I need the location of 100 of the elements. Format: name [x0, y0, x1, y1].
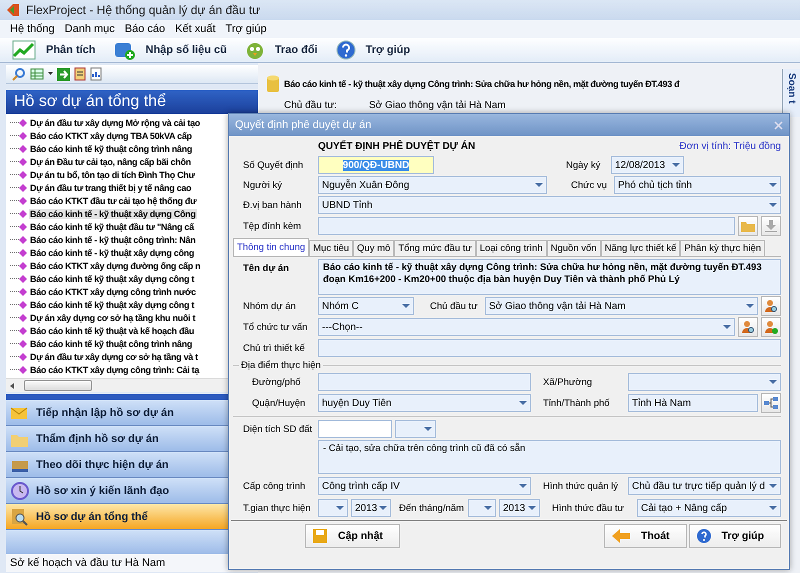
tree-item[interactable]: Dự án xây dựng cơ sở hạ tầng khu nuôi t	[29, 312, 196, 322]
dropdown[interactable]: 2013	[499, 499, 540, 517]
chart-icon	[12, 40, 36, 60]
field-label: Ngày ký	[566, 160, 602, 170]
tree-item[interactable]: Báo cáo KTKT xây dựng công trình: Cải tạ	[29, 364, 200, 374]
hierarchy-icon	[764, 397, 778, 409]
toolbar-button[interactable]: Trợ giúp	[336, 40, 422, 60]
bullet-icon	[19, 288, 27, 296]
field-label: Hình thức đầu tư	[552, 502, 625, 514]
input-field[interactable]	[318, 420, 392, 438]
bullet-icon	[19, 222, 27, 230]
open-folder-button[interactable]	[738, 216, 758, 236]
tab[interactable]: Thông tin chung	[233, 238, 310, 256]
bullet-icon	[19, 366, 27, 374]
tree-item[interactable]: Dự án Đầu tư cải tạo, nâng cấp bãi chôn	[29, 156, 192, 166]
dropdown[interactable]: Phó chủ tịch tỉnh	[614, 176, 781, 194]
menu-item[interactable]: Danh mục	[64, 23, 115, 35]
field-label: Đến tháng/năm	[399, 502, 465, 514]
tree-item[interactable]: Dự án tu bổ, tôn tạo di tích Đình Thọ Chư	[29, 170, 196, 180]
bullet-icon	[19, 352, 27, 360]
input-field[interactable]	[318, 339, 781, 357]
input-field[interactable]	[318, 373, 531, 391]
toolbar-button[interactable]: Nhập số liệu cũ	[114, 40, 239, 60]
tab[interactable]: Loại công trình	[476, 240, 547, 256]
bullet-icon	[19, 248, 27, 256]
toolbar-button[interactable]: Phân tích	[12, 40, 108, 60]
tree-item[interactable]: Báo cáo kinh tế kỹ thuật đầu tư "Nâng cấ	[29, 222, 195, 232]
bullet-icon	[19, 184, 27, 192]
dropdown[interactable]: Chủ đầu tư trực tiếp quản lý d	[628, 477, 781, 495]
search-icon	[12, 67, 26, 81]
bullet-icon	[19, 132, 27, 140]
side-tab[interactable]: Soạn t	[782, 69, 800, 117]
map-button[interactable]	[761, 393, 781, 413]
tree-item[interactable]: Báo cáo KTKT xây dựng đường ống cấp n	[29, 260, 202, 270]
tree-item[interactable]: Báo cáo KTKT xây dựng TBA 50kVA cấp	[29, 130, 193, 140]
field-label: Tỉnh/Thành phố	[543, 398, 611, 408]
magnifier-icon	[10, 506, 30, 526]
find-person-button[interactable]	[761, 296, 781, 316]
menu-item[interactable]: Báo cáo	[124, 23, 166, 35]
text-area[interactable]: - Cải tạo, sửa chữa trên công trình cũ đã có sẵn	[318, 440, 781, 474]
tree-item[interactable]: Báo cáo kinh tế kỹ thuật xây dựng công t	[29, 300, 196, 310]
tab[interactable]: Năng lực thiết kế	[600, 240, 680, 256]
field-label: Tổ chức tư vấn	[243, 322, 308, 332]
find-person-button[interactable]	[738, 317, 758, 337]
dropdown[interactable]: Sở Giao thông vận tải Hà Nam	[485, 297, 758, 315]
caret-icon	[48, 72, 53, 76]
tree-item[interactable]: Dự án đầu tư xây dựng Mở rộng và cải tạo	[29, 118, 201, 128]
date-picker[interactable]: 12/08/2013	[611, 156, 684, 174]
bullet-icon	[19, 210, 27, 218]
text-area[interactable]: Báo cáo kinh tế - kỹ thuật xây dựng Công trình: Sửa chữa hư hỏng nền, mặt đường tuyến ĐT.493 đoạn Km16+200 - Km20+00 thuộc địa bàn huyện Duy Tiên và thành phố Phủ Lý	[318, 259, 781, 295]
tree-item[interactable]: Báo cáo kinh tế - kỹ thuật xây dựng Công	[29, 208, 197, 218]
field-label: Xã/Phường	[543, 376, 594, 388]
download-button[interactable]	[761, 216, 781, 236]
tree-item[interactable]: Báo cáo kinh tế - kỹ thuật xây dựng công	[29, 248, 196, 258]
tab[interactable]: Phân kỳ thực hiện	[680, 240, 766, 256]
tree-item[interactable]: Báo cáo kinh tế kỹ thuật và kế hoạch đầu	[29, 326, 196, 336]
dropdown[interactable]	[468, 499, 496, 517]
menu-item[interactable]: Kết xuất	[175, 23, 216, 35]
bullet-icon	[19, 170, 27, 178]
tab[interactable]: Nguồn vốn	[546, 240, 601, 256]
tree-item[interactable]: Báo cáo kinh tế kỹ thuật xây dựng công t	[29, 274, 196, 284]
menu-item[interactable]: Trợ giúp	[226, 23, 267, 35]
dropdown[interactable]: ---Chọn--	[318, 318, 735, 336]
exit-button[interactable]: Thoát	[604, 524, 687, 548]
scroll-left-icon	[10, 382, 14, 388]
report-icon	[74, 67, 86, 81]
save-button[interactable]: Cập nhật	[305, 524, 400, 548]
dropdown[interactable]: UBND Tỉnh	[318, 196, 781, 214]
dropdown[interactable]: huyện Duy Tiên	[318, 394, 531, 412]
tree-item[interactable]: Báo cáo kinh tế kỹ thuật công trình nâng	[29, 144, 194, 154]
dropdown[interactable]: Nhóm C	[318, 297, 414, 315]
database-icon	[266, 75, 280, 93]
tab[interactable]: Mục tiêu	[309, 240, 354, 256]
help-button[interactable]: Trợ giúp	[688, 524, 781, 548]
tree-item[interactable]: Báo cáo KTKT xây dựng công trình nước	[29, 286, 197, 296]
tab[interactable]: Tổng mức đầu tư	[394, 240, 476, 256]
tree-item[interactable]: Báo cáo KTKT đầu tư cải tạo hệ thống đư	[29, 196, 198, 206]
field-label: Chủ đầu tư	[430, 300, 479, 312]
tree-item[interactable]: Báo cáo kinh tế - kỹ thuật công trình: Nân	[29, 234, 196, 244]
toolbar-button[interactable]: Trao đổi	[244, 40, 330, 60]
menu-item[interactable]: Hệ thống	[10, 23, 55, 35]
dropdown[interactable]: 2013	[351, 499, 391, 517]
add-person-button[interactable]	[761, 317, 781, 337]
tree-item[interactable]: Báo cáo kinh tế kỹ thuật công trình nâng	[29, 338, 194, 348]
group-legend: Địa điểm thực hiện	[241, 360, 321, 370]
field-label: Nhóm dự án	[243, 300, 297, 312]
dropdown[interactable]: Công trình cấp IV	[318, 477, 531, 495]
tree-item[interactable]: Dự án đầu tư trang thiết bị y tế nâng cao	[29, 182, 192, 192]
dropdown[interactable]: Cải tạo + Nâng cấp	[637, 499, 781, 517]
dropdown[interactable]: Nguyễn Xuân Đông	[318, 176, 547, 194]
help-icon	[336, 40, 356, 60]
input-field[interactable]	[318, 217, 735, 235]
dropdown[interactable]	[395, 420, 436, 438]
dropdown[interactable]	[318, 499, 348, 517]
help-icon	[696, 528, 712, 544]
input-field[interactable]: Tỉnh Hà Nam	[628, 394, 758, 412]
tab[interactable]: Quy mô	[353, 240, 394, 256]
person-add-icon	[764, 320, 778, 334]
summary-value: Sở Giao thông vận tải Hà Nam	[369, 100, 506, 111]
tree-item[interactable]: Dự án đầu tư xây dựng cơ sở hạ tầng và t	[29, 352, 199, 362]
